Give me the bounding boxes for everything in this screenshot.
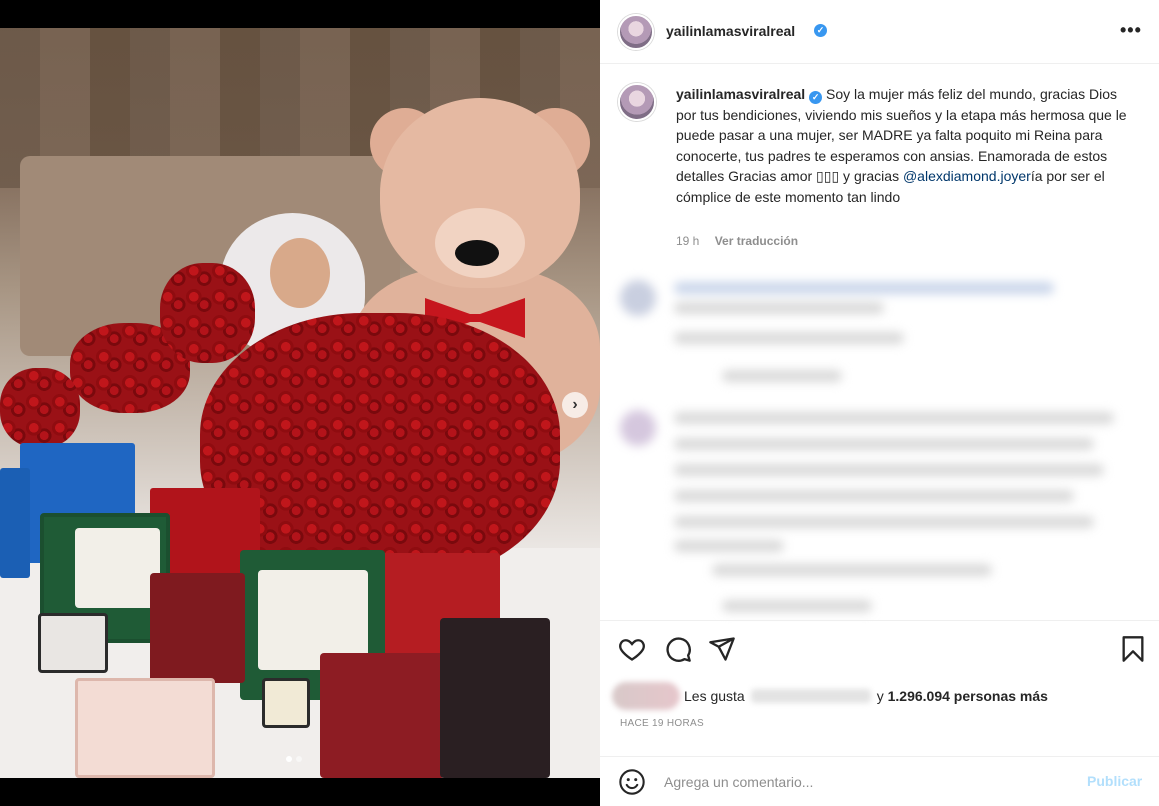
emoji-icon[interactable] [618,768,646,796]
post-caption: yailinlamasviralreal ✓ Soy la mujer más … [676,84,1136,207]
more-options-icon[interactable]: ••• [1120,20,1142,41]
add-comment-bar: Publicar [600,756,1159,806]
avatar[interactable] [618,14,654,50]
liker-name-blurred [750,689,871,703]
comments-list-blurred [612,270,1142,615]
post-media: › [0,0,600,806]
post-actions-bar [600,620,1159,680]
carousel-next-button[interactable]: › [562,392,588,418]
verified-badge-icon: ✓ [809,91,823,104]
verified-badge-icon: ✓ [814,24,827,37]
instagram-post-dialog: › yailinlamasviralreal ✓ ••• yailinlamas… [0,0,1159,806]
caption-username[interactable]: yailinlamasviralreal [676,86,805,102]
carousel-dot [296,756,302,762]
carousel-dots [286,756,302,762]
caption-avatar[interactable] [618,83,656,121]
caption-meta: 19 h Ver traducción [676,234,798,248]
post-side-panel: yailinlamasviralreal ✓ ••• yailinlamasvi… [600,0,1159,806]
likes-connector: y [876,688,884,704]
header-username[interactable]: yailinlamasviralreal [666,23,795,39]
bookmark-icon[interactable] [1119,635,1147,663]
chevron-right-icon: › [572,396,578,413]
carousel-dot [286,756,292,762]
liker-avatars [612,682,680,710]
comment-input[interactable] [664,771,1064,793]
paper-plane-icon[interactable] [708,635,736,663]
see-translation-button[interactable]: Ver traducción [715,234,798,248]
publish-button[interactable]: Publicar [1087,773,1142,789]
likes-count[interactable]: 1.296.094 personas más [888,688,1048,704]
heart-icon[interactable] [618,635,646,663]
comment-icon[interactable] [664,635,692,663]
caption-mention-link[interactable]: @alexdiamond.joyer [903,168,1031,184]
post-timestamp: HACE 19 HORAS [620,718,704,729]
likes-summary[interactable]: Les gusta y 1.296.094 personas más [612,680,1048,712]
post-header: yailinlamasviralreal ✓ ••• [600,0,1159,64]
post-time: 19 h [676,234,700,248]
likes-prefix: Les gusta [684,688,745,704]
post-photo [0,28,600,778]
